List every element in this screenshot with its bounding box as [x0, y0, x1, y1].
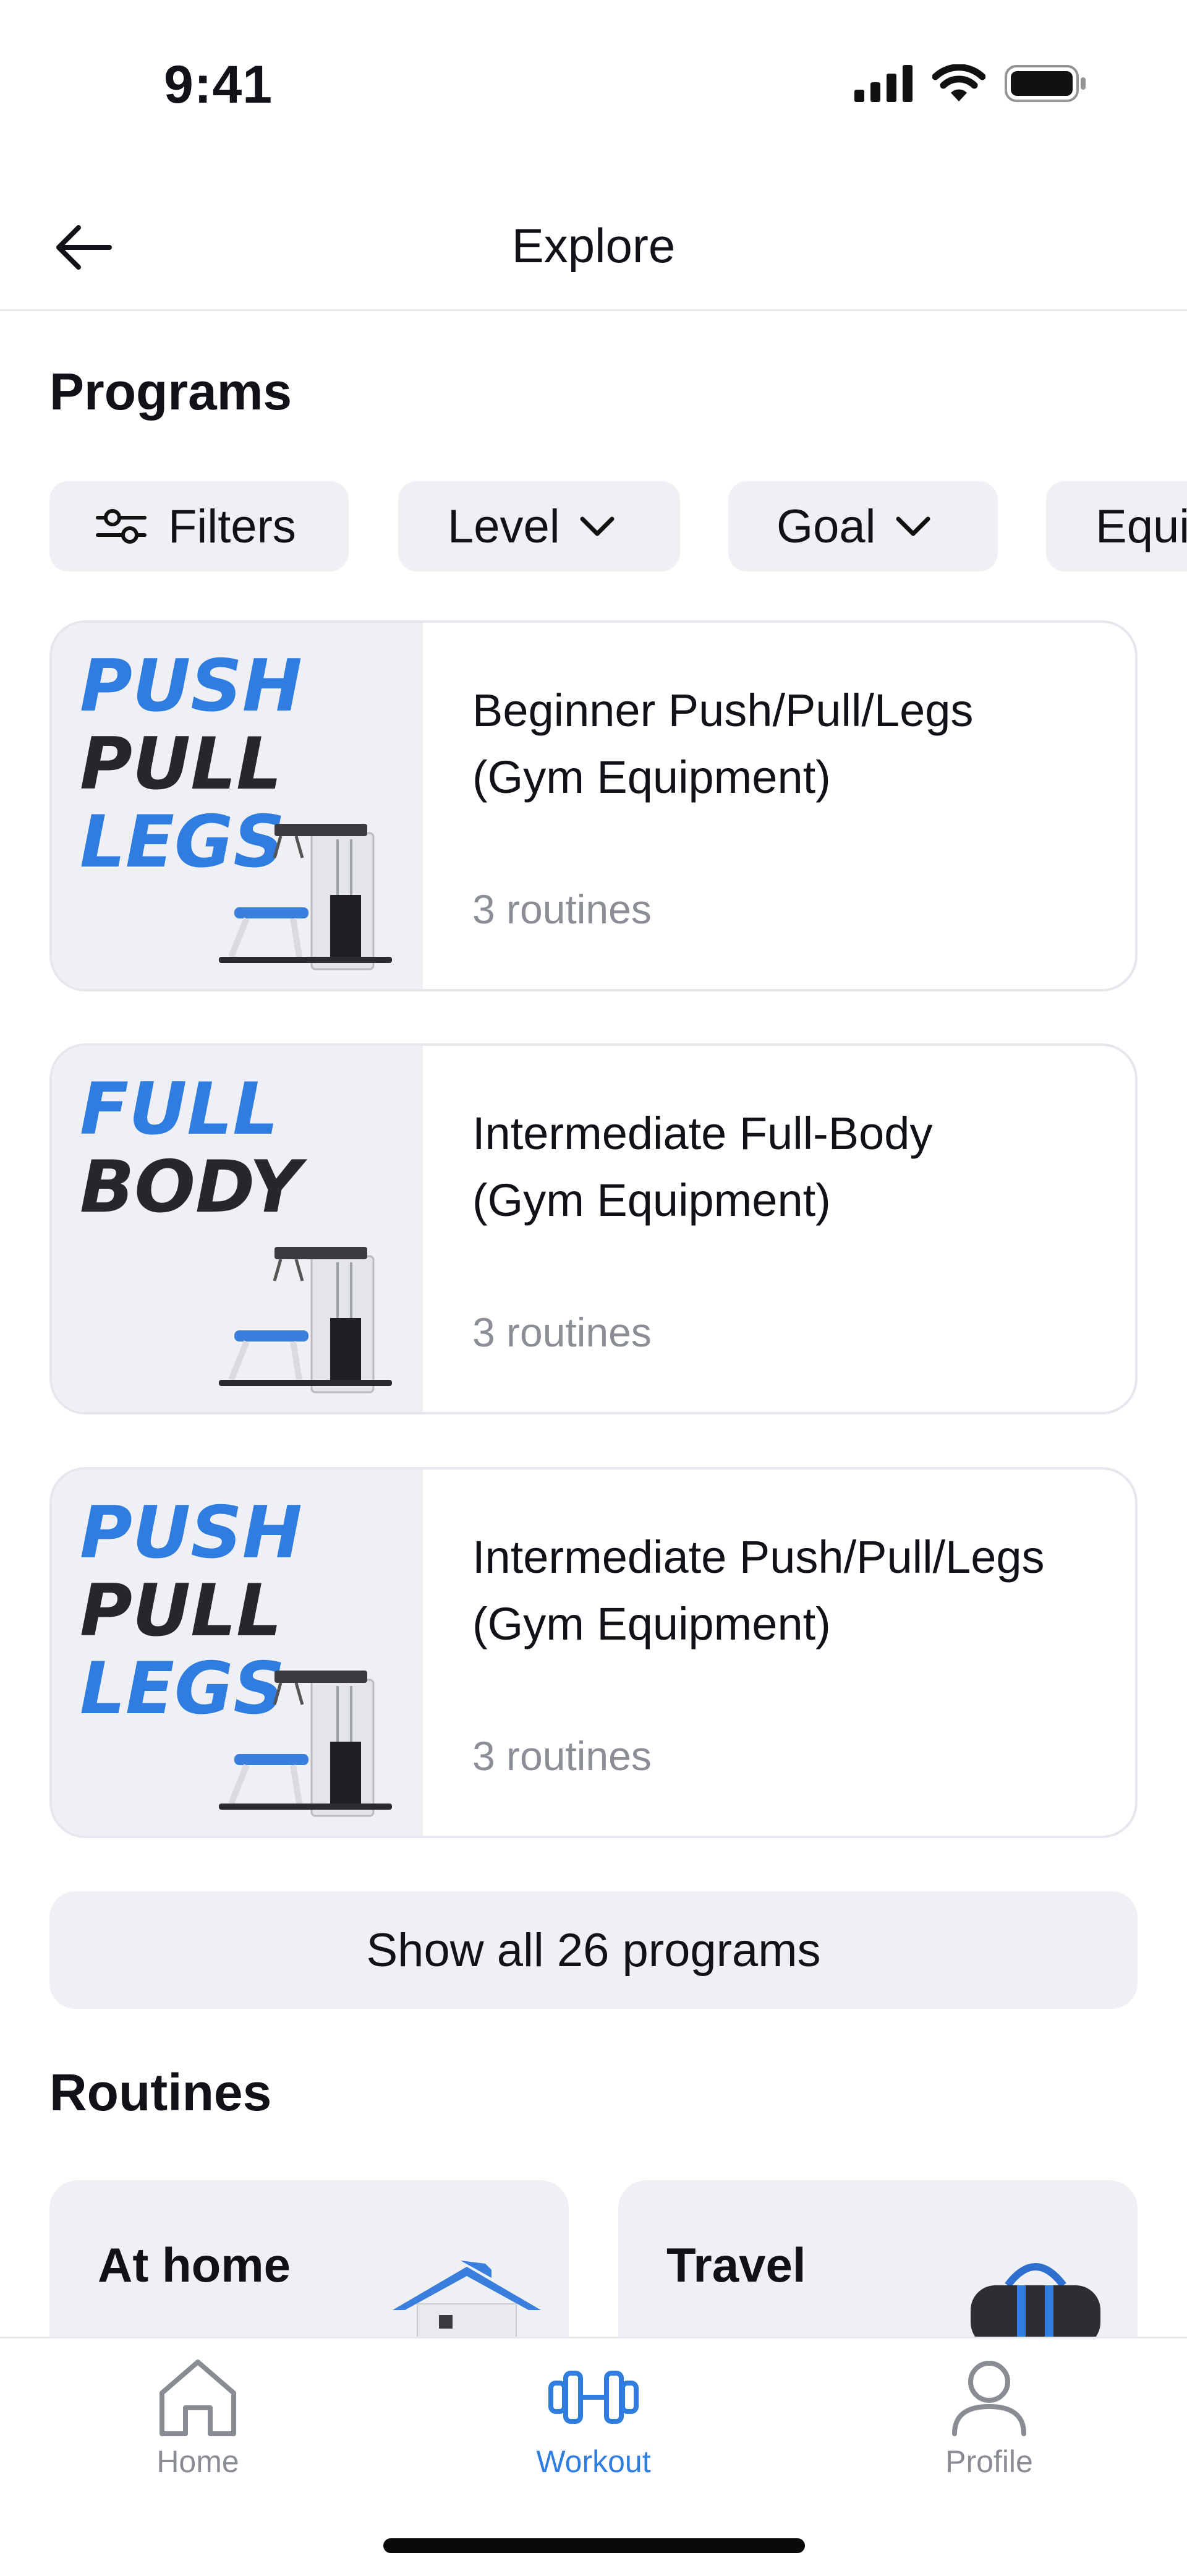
program-title-line: (Gym Equipment) — [472, 1598, 831, 1650]
thumb-word: BODY — [80, 1145, 302, 1229]
level-chip-label: Level — [448, 500, 560, 553]
program-title-line: Intermediate Push/Pull/Legs — [472, 1531, 1045, 1583]
thumb-word: PULL — [80, 722, 283, 806]
program-title: Beginner Push/Pull/Legs (Gym Equipment) — [472, 677, 1115, 811]
goal-chip-label: Goal — [776, 500, 876, 553]
tab-profile[interactable]: Profile — [866, 2357, 1113, 2480]
tab-workout[interactable]: Workout — [470, 2357, 717, 2480]
wifi-icon — [932, 64, 985, 101]
show-all-programs-button[interactable]: Show all 26 programs — [49, 1891, 1138, 2009]
filters-chip-label: Filters — [168, 500, 296, 553]
programs-section-title: Programs — [49, 362, 292, 421]
program-routine-count: 3 routines — [472, 1733, 652, 1779]
tab-workout-label: Workout — [536, 2444, 651, 2479]
filter-chips-row: Filters Level Goal Equi — [49, 481, 1187, 571]
thumb-word: PUSH — [80, 644, 302, 728]
chevron-down-icon — [895, 514, 932, 539]
program-title: Intermediate Full-Body (Gym Equipment) — [472, 1100, 1115, 1234]
routine-card-label: At home — [98, 2238, 291, 2292]
program-thumbnail: PUSH PULL LEGS — [52, 623, 423, 989]
program-thumbnail: FULL BODY — [52, 1046, 423, 1412]
cellular-signal-icon — [854, 65, 913, 102]
program-thumbnail: PUSH PULL LEGS — [52, 1470, 423, 1836]
filters-chip[interactable]: Filters — [49, 481, 349, 571]
program-card[interactable]: PUSH PULL LEGS Beginner Push/Pull/Legs (… — [49, 620, 1138, 991]
gym-machine-icon — [219, 824, 392, 970]
chevron-down-icon — [579, 514, 616, 539]
thumb-word: PULL — [80, 1569, 283, 1653]
home-indicator — [383, 2538, 805, 2553]
gym-machine-icon — [219, 1247, 392, 1393]
routine-card-label: Travel — [666, 2238, 806, 2292]
sliders-icon — [95, 507, 147, 546]
home-icon — [160, 2360, 236, 2436]
routine-card-travel[interactable]: Travel — [618, 2180, 1138, 2341]
thumb-word: PUSH — [80, 1491, 302, 1575]
program-title-line: Beginner Push/Pull/Legs — [472, 685, 974, 736]
equipment-chip[interactable]: Equi — [1046, 481, 1187, 571]
program-routine-count: 3 routines — [472, 1309, 652, 1355]
level-chip[interactable]: Level — [398, 481, 680, 571]
status-icons — [854, 64, 1088, 103]
page-title: Explore — [511, 218, 676, 273]
house-icon — [393, 2261, 541, 2341]
thumb-word: FULL — [80, 1068, 279, 1151]
program-title-line: (Gym Equipment) — [472, 1175, 831, 1226]
program-card[interactable]: FULL BODY Intermediate Full-Body (Gym Eq… — [49, 1043, 1138, 1414]
battery-icon — [1005, 65, 1086, 102]
routines-section-title: Routines — [49, 2063, 272, 2121]
dumbbell-icon — [548, 2371, 639, 2424]
goal-chip[interactable]: Goal — [728, 481, 998, 571]
program-title-line: (Gym Equipment) — [472, 751, 831, 803]
thumbnail-wordmark: FULL BODY — [80, 1071, 301, 1226]
duffel-bag-icon — [971, 2263, 1100, 2341]
tab-home[interactable]: Home — [74, 2357, 321, 2480]
program-routine-count: 3 routines — [472, 886, 652, 932]
status-bar: 9:41 — [0, 0, 1187, 179]
tab-profile-label: Profile — [945, 2444, 1033, 2479]
profile-icon — [952, 2361, 1026, 2436]
program-title: Intermediate Push/Pull/Legs (Gym Equipme… — [472, 1524, 1115, 1658]
status-time: 9:41 — [164, 55, 273, 114]
program-title-line: Intermediate Full-Body — [472, 1108, 933, 1159]
gym-machine-icon — [219, 1671, 392, 1817]
equipment-chip-label: Equi — [1096, 500, 1187, 553]
tab-home-label: Home — [156, 2444, 239, 2479]
nav-header: Explore — [0, 186, 1187, 311]
routine-card-at-home[interactable]: At home — [49, 2180, 569, 2341]
program-card[interactable]: PUSH PULL LEGS Intermediate Push/Pull/Le… — [49, 1467, 1138, 1838]
